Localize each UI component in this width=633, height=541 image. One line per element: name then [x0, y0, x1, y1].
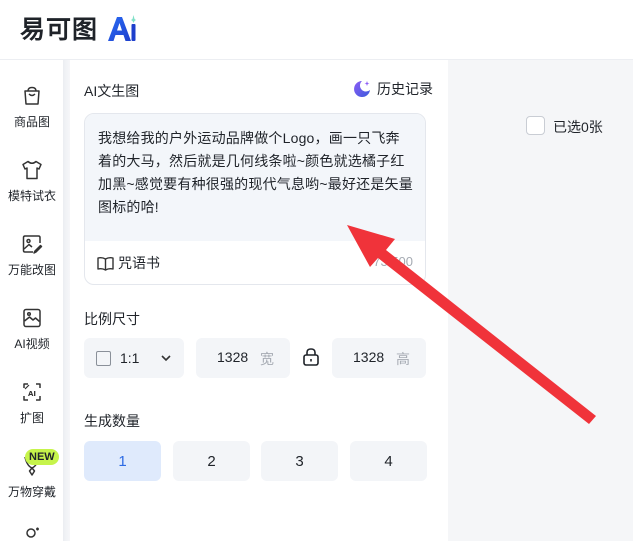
top-header: 易可图 Ai [0, 0, 633, 60]
sidebar-item-label: 万物穿戴 [7, 485, 56, 499]
app-logo[interactable]: 易可图 Ai [20, 10, 137, 46]
history-label: 历史记录 [377, 81, 433, 97]
sidebar-item-label: 模特试衣 [7, 189, 56, 203]
logo-ai-icon [108, 15, 137, 41]
square-ratio-icon [96, 350, 111, 366]
ratio-value: 1:1 [120, 350, 140, 366]
prompt-box: 我想给我的户外运动品牌做个Logo，画一只飞奔着的大马，然后就是几何线条啦~颜色… [84, 113, 426, 285]
ai-video-icon [23, 308, 41, 328]
new-badge: NEW [25, 449, 59, 465]
chevron-down-icon [161, 355, 171, 362]
width-value: 1328 [217, 349, 249, 365]
image-edit-icon [22, 235, 43, 254]
sidebar-item-universal-edit[interactable]: 万能改图 [0, 232, 64, 298]
sidebar-item-label: 万能改图 [7, 263, 56, 277]
quantity-option-4[interactable]: 4 [350, 441, 427, 481]
sidebar-item-model-tryon[interactable]: 模特试衣 [0, 158, 64, 224]
quantity-option-2[interactable]: 2 [173, 441, 250, 481]
height-value: 1328 [353, 349, 385, 365]
tshirt-icon [22, 160, 42, 180]
selected-count-label: 已选0张 [553, 119, 603, 135]
sidebar-item-expand-image[interactable]: AI 扩图 [0, 380, 64, 446]
sidebar-item-label: 商品图 [13, 115, 50, 129]
open-book-icon [97, 256, 114, 271]
quantity-option-3[interactable]: 3 [261, 441, 338, 481]
expand-image-icon: AI [23, 383, 41, 401]
height-field[interactable]: 1328 高 [332, 338, 426, 378]
sidebar-item-ai-video[interactable]: AI视频 [0, 306, 64, 372]
section-title-quantity: 生成数量 [84, 413, 140, 429]
user-icon[interactable] [22, 527, 42, 541]
svg-text:AI: AI [28, 390, 36, 398]
lock-icon[interactable] [302, 347, 320, 367]
logo-text: 易可图 [20, 16, 99, 44]
sidebar-item-label: 扩图 [19, 411, 44, 425]
spellbook-label: 咒语书 [118, 255, 160, 271]
history-moon-icon [354, 81, 370, 97]
section-title-text-to-image: AI文生图 [84, 83, 140, 99]
char-counter: 73/500 [373, 254, 413, 269]
width-field[interactable]: 1328 宽 [196, 338, 290, 378]
prompt-textarea[interactable]: 我想给我的户外运动品牌做个Logo，画一只飞奔着的大马，然后就是几何线条啦~颜色… [85, 114, 425, 241]
section-title-ratio: 比例尺寸 [84, 311, 140, 327]
quantity-option-1[interactable]: 1 [84, 441, 161, 481]
select-all-checkbox[interactable] [526, 116, 545, 135]
history-button[interactable]: 历史记录 [352, 78, 433, 100]
sidebar-item-label: AI视频 [14, 337, 50, 351]
shopping-bag-icon [24, 86, 40, 105]
height-unit: 高 [396, 351, 410, 367]
ratio-dropdown[interactable]: 1:1 [84, 338, 184, 378]
width-unit: 宽 [260, 351, 274, 367]
sidebar-item-product-image[interactable]: 商品图 [0, 84, 64, 150]
spellbook-button[interactable]: 咒语书 [97, 253, 160, 273]
